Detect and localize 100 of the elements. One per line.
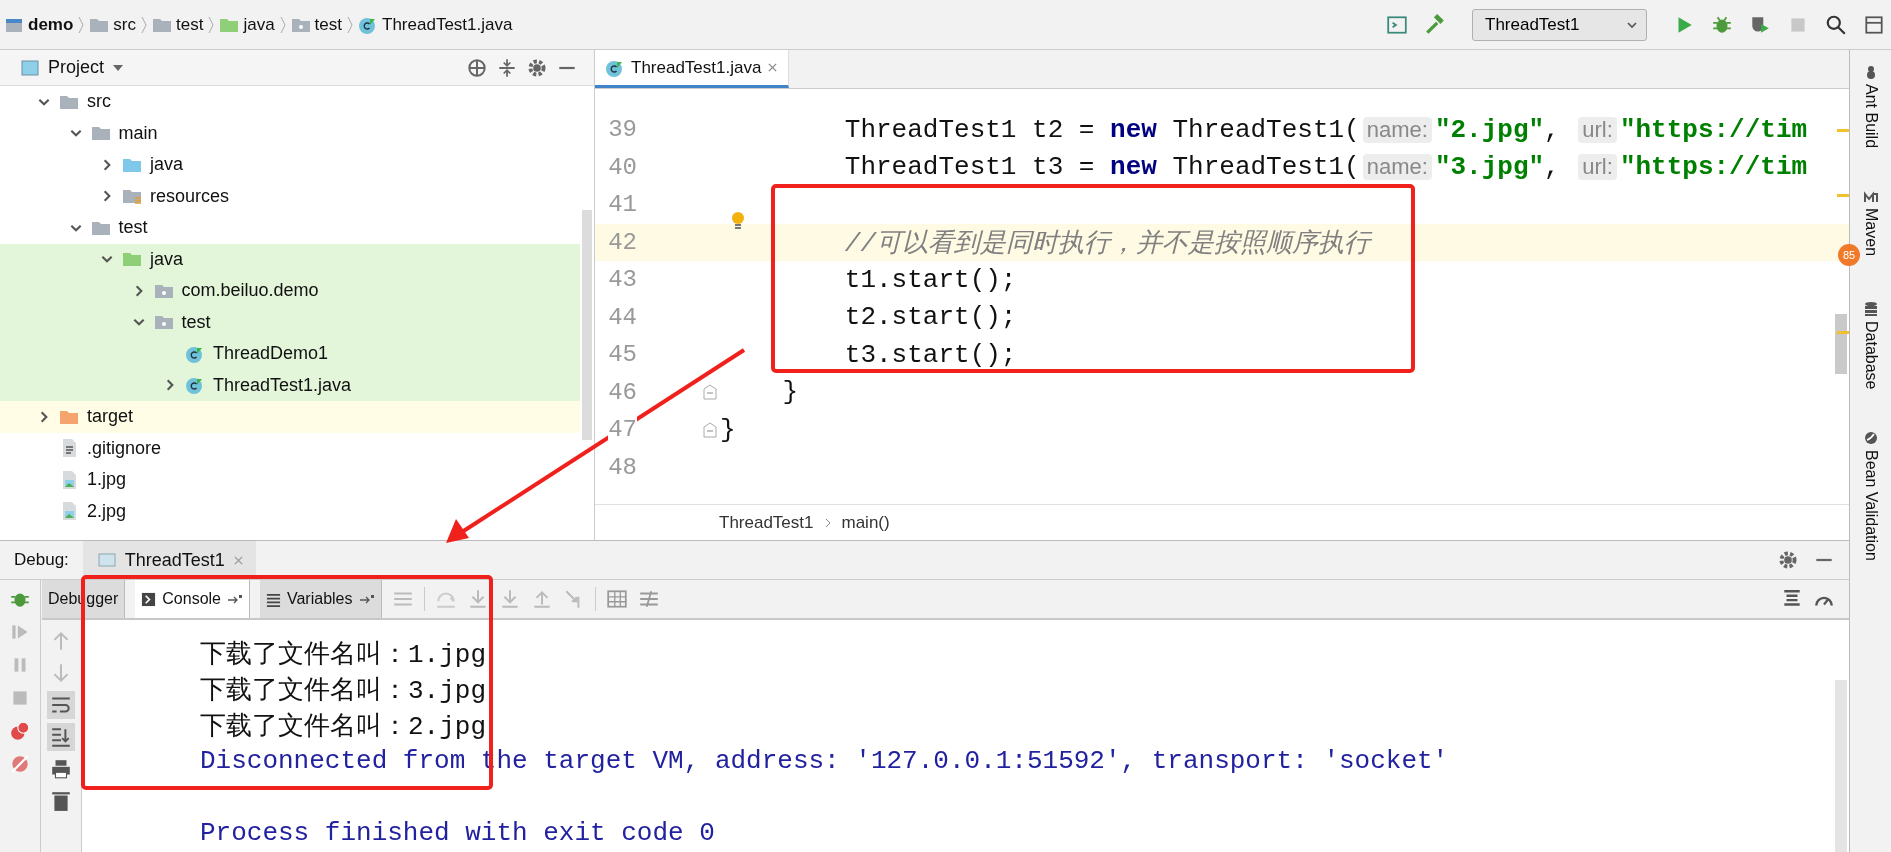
tree-item[interactable]: java — [150, 154, 184, 176]
highlighted-row[interactable]: ThreadDemo1 — [0, 338, 580, 370]
breadcrumb-item[interactable]: test — [314, 14, 342, 35]
search-icon[interactable] — [1825, 13, 1847, 36]
tree-item[interactable]: src — [87, 91, 111, 113]
tree-item[interactable]: ThreadTest1.java — [213, 374, 352, 396]
table-icon[interactable] — [605, 588, 628, 610]
tree-item[interactable]: ThreadDemo1 — [213, 343, 329, 365]
window-icon — [20, 57, 40, 78]
database-icon — [1862, 301, 1879, 318]
parameter-hint: url: — [1578, 116, 1617, 143]
settings-list-icon[interactable] — [637, 588, 660, 610]
breadcrumb-item[interactable]: main() — [841, 512, 890, 533]
class-icon — [185, 375, 205, 396]
code-text: ThreadTest1( — [1171, 114, 1360, 145]
tree-item[interactable]: java — [150, 248, 184, 270]
console-line: 下载了文件名叫：1.jpg — [200, 638, 486, 671]
tree-item[interactable]: 1.jpg — [87, 469, 127, 491]
fold-icon[interactable] — [702, 420, 718, 439]
separator-icon — [140, 14, 148, 35]
debug-tab[interactable]: Console — [135, 580, 250, 618]
lightbulb-icon[interactable] — [730, 210, 746, 231]
tree-item[interactable]: com.beiluo.demo — [181, 280, 319, 302]
separator-icon — [207, 14, 216, 35]
parameter-hint: name: — [1362, 154, 1432, 181]
crosshair-icon[interactable] — [466, 56, 488, 79]
code-string: "3.jpg" — [1434, 152, 1545, 183]
list-icon — [266, 591, 281, 607]
scrollbar[interactable] — [1835, 314, 1847, 374]
code-text: t2.start(); — [844, 302, 1017, 333]
tree-item[interactable]: main — [118, 122, 158, 144]
terminal-icon[interactable] — [1386, 13, 1408, 36]
breadcrumb-item[interactable]: test — [176, 14, 204, 35]
breakpoints-icon[interactable] — [9, 720, 31, 742]
tree-item[interactable]: test — [118, 217, 148, 239]
code-text: } — [782, 377, 798, 408]
separator-icon — [346, 14, 354, 35]
code-keyword: new — [1110, 152, 1157, 183]
code-text: t3.start(); — [844, 339, 1017, 370]
panel-title: Debug: — [14, 550, 69, 570]
debug-tab[interactable]: Variables — [260, 580, 382, 618]
parameter-hint: url: — [1578, 154, 1617, 181]
highlighted-row[interactable]: test — [0, 306, 580, 338]
highlighted-row[interactable]: com.beiluo.demo — [0, 275, 580, 307]
highlighted-row[interactable]: target — [0, 401, 580, 433]
window-icon — [96, 550, 117, 570]
tool-window-button[interactable]: Database — [1861, 321, 1880, 390]
collapse-icon[interactable] — [496, 56, 518, 79]
tree-item[interactable]: resources — [150, 185, 230, 207]
code-text: ThreadTest1 t2 = — [844, 114, 1096, 145]
dropdown-icon[interactable] — [112, 63, 125, 72]
console-line: 下载了文件名叫：3.jpg — [200, 674, 486, 707]
tab-label[interactable]: ThreadTest1 — [124, 549, 225, 571]
scroll-end-icon[interactable] — [47, 723, 75, 751]
separator-icon — [77, 14, 86, 35]
breadcrumb-item[interactable]: ThreadTest1.java — [382, 14, 513, 35]
line-number: 47 — [608, 416, 637, 444]
tree-item[interactable]: test — [181, 311, 211, 333]
console-icon — [141, 591, 157, 607]
code-comment: //可以看到是同时执行，并不是按照顺序执行 — [844, 227, 1371, 260]
tree-item[interactable]: 2.jpg — [87, 500, 127, 522]
fold-icon[interactable] — [702, 383, 718, 402]
code-string: "2.jpg" — [1434, 114, 1545, 145]
scrollbar[interactable] — [1835, 680, 1847, 852]
code-text: , — [1544, 152, 1561, 183]
hammer-icon[interactable] — [1424, 13, 1446, 36]
tool-window-button[interactable]: Ant Build — [1861, 84, 1880, 149]
tab-label[interactable]: ThreadTest1.java — [631, 57, 762, 78]
code-string: "https://tim — [1619, 152, 1808, 183]
mute-breakpoints-icon[interactable] — [9, 753, 31, 775]
pin-icon[interactable] — [227, 594, 243, 604]
scrollbar[interactable] — [582, 210, 592, 440]
run-configuration-dropdown[interactable]: ThreadTest1 — [1472, 8, 1647, 41]
code-text: } — [720, 414, 736, 445]
code-keyword: new — [1110, 114, 1157, 145]
tool-window-button[interactable]: Bean Validation — [1861, 449, 1880, 561]
settings-icon[interactable] — [1777, 549, 1799, 571]
tool-window-button[interactable]: Maven — [1861, 208, 1880, 257]
tree-item[interactable]: .gitignore — [87, 437, 162, 459]
code-text: ThreadTest1 t3 = — [844, 152, 1096, 183]
highlighted-row[interactable]: java — [0, 243, 580, 275]
breadcrumb-item[interactable]: java — [243, 14, 275, 35]
wrap-icon[interactable] — [47, 691, 75, 719]
pin-icon[interactable] — [358, 594, 375, 604]
highlighted-row[interactable]: ThreadTest1.java — [0, 369, 580, 401]
window-icon[interactable] — [1863, 13, 1885, 36]
console-line: 下载了文件名叫：2.jpg — [200, 710, 486, 743]
close-icon[interactable] — [767, 62, 779, 73]
panel-title[interactable]: Project — [48, 57, 105, 78]
breadcrumb-item[interactable]: ThreadTest1 — [719, 512, 814, 533]
code-text: ThreadTest1( — [1171, 152, 1360, 183]
close-icon[interactable] — [232, 554, 244, 566]
separator-icon — [278, 14, 287, 35]
editor-tab[interactable]: ThreadTest1.java — [595, 50, 790, 88]
console-line: Process finished with exit code 0 — [200, 818, 715, 848]
code-text: , — [1544, 114, 1561, 145]
breadcrumb-item[interactable]: src — [113, 14, 136, 35]
code-string: "https://tim — [1619, 114, 1808, 145]
breadcrumb-item[interactable]: demo — [28, 14, 74, 35]
tree-item[interactable]: target — [87, 406, 134, 428]
